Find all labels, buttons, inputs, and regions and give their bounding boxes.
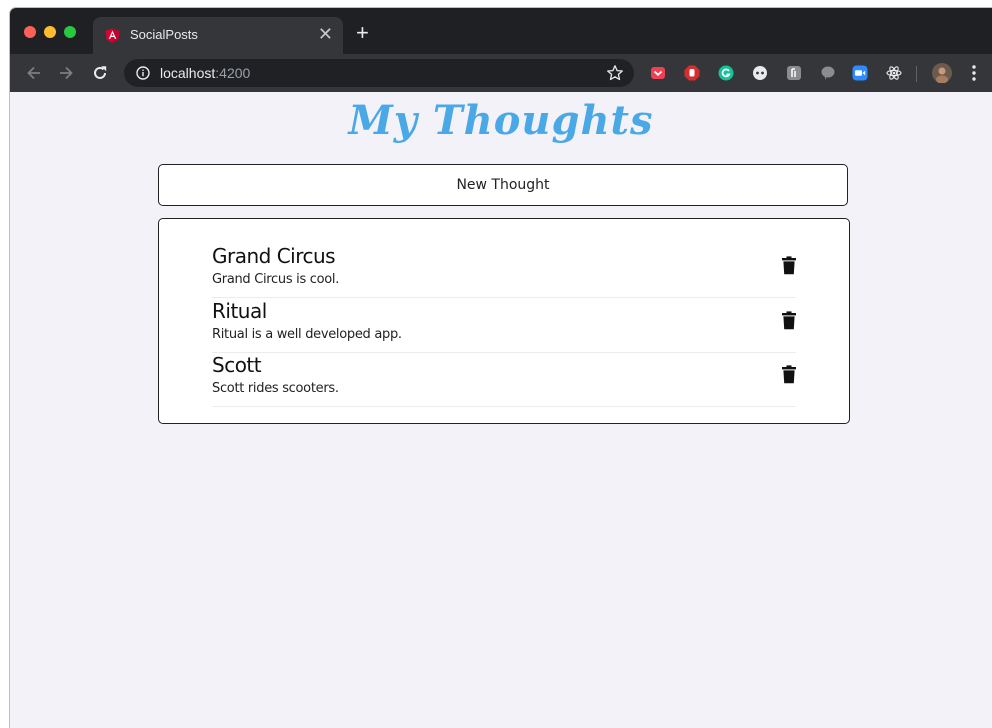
zoom-icon[interactable] <box>852 65 868 81</box>
tab-title: SocialPosts <box>130 27 198 42</box>
new-tab-button[interactable]: + <box>356 22 369 44</box>
react-devtools-icon[interactable] <box>886 65 902 81</box>
zoom-window-button[interactable] <box>64 26 76 38</box>
thought-item: Scott Scott rides scooters. <box>212 352 796 407</box>
thought-list: Grand Circus Grand Circus is cool. Ritua… <box>158 218 850 424</box>
reload-icon[interactable] <box>90 63 110 83</box>
chat-bubble-icon[interactable] <box>820 65 836 81</box>
angular-icon <box>105 28 120 43</box>
page-viewport: My Thoughts New Thought Grand Circus Gra… <box>10 92 992 728</box>
close-tab-icon[interactable]: ✕ <box>318 24 333 44</box>
tab-socialposts[interactable]: SocialPosts ✕ <box>93 17 343 54</box>
site-info-icon[interactable] <box>136 66 150 80</box>
thought-body: Grand Circus is cool. <box>212 272 340 287</box>
address-bar[interactable]: localhost:4200 <box>124 59 634 87</box>
back-arrow-icon[interactable] <box>24 63 44 83</box>
url-port: :4200 <box>215 65 251 81</box>
trash-icon[interactable] <box>781 365 797 384</box>
profile-avatar[interactable] <box>932 63 952 83</box>
minimize-window-button[interactable] <box>44 26 56 38</box>
thought-title: Grand Circus <box>212 244 336 268</box>
extension-icon[interactable] <box>752 65 768 81</box>
thought-body: Scott rides scooters. <box>212 381 339 396</box>
page-title: My Thoughts <box>348 97 654 144</box>
new-thought-button[interactable]: New Thought <box>158 164 848 206</box>
browser-window: SocialPosts ✕ + localhost:4200 My Though… <box>10 8 992 728</box>
close-window-button[interactable] <box>24 26 36 38</box>
pocket-icon[interactable] <box>650 65 666 81</box>
thought-item: Grand Circus Grand Circus is cool. <box>212 243 796 298</box>
grammarly-icon[interactable] <box>718 65 734 81</box>
url-host: localhost <box>160 65 216 81</box>
browser-toolbar: localhost:4200 <box>10 54 992 92</box>
trash-icon[interactable] <box>781 311 797 330</box>
forward-arrow-icon[interactable] <box>56 63 76 83</box>
url-text: localhost:4200 <box>160 65 250 81</box>
thought-item: Ritual Ritual is a well developed app. <box>212 298 796 353</box>
thought-title: Scott <box>212 353 262 377</box>
thought-title: Ritual <box>212 299 267 323</box>
adblock-icon[interactable] <box>684 65 700 81</box>
toolbar-separator <box>916 66 917 82</box>
bookmark-star-icon[interactable] <box>606 64 624 82</box>
tab-strip: SocialPosts ✕ + <box>10 8 992 54</box>
thought-body: Ritual is a well developed app. <box>212 327 402 342</box>
trash-icon[interactable] <box>781 256 797 275</box>
reader-icon[interactable] <box>786 65 802 81</box>
more-menu-icon[interactable] <box>966 64 982 82</box>
